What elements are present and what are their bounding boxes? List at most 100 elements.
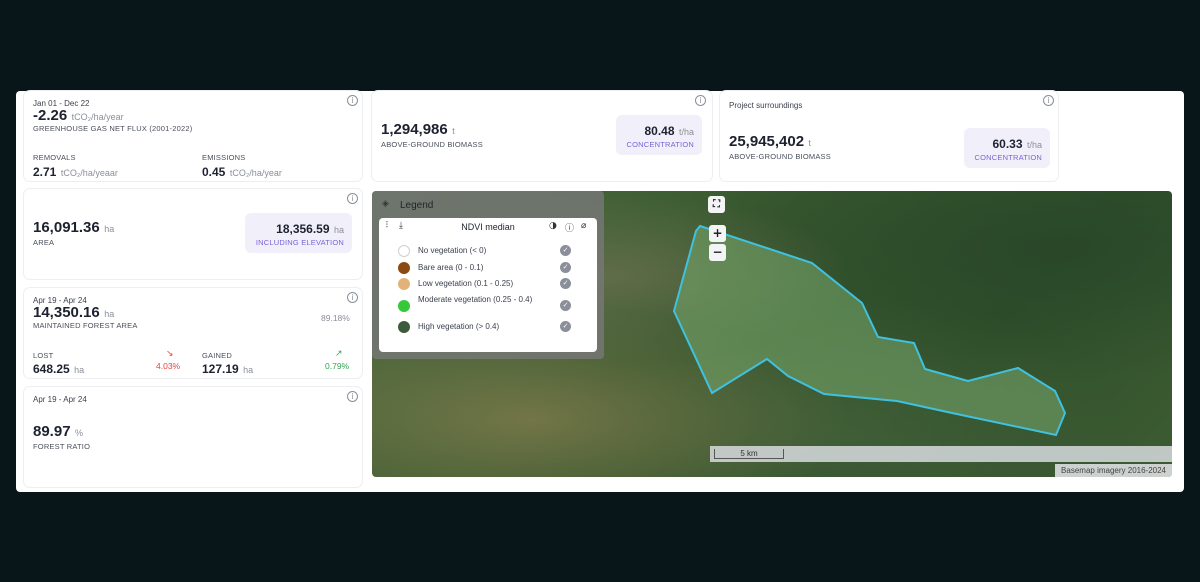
- zoom-in-button[interactable]: +: [709, 225, 726, 242]
- legend-panel: ◈ Legend ⠇ ⤓ NDVI median ◑ ⓘ ⌀ No vegeta…: [372, 191, 604, 359]
- flux-value: -2.26: [33, 107, 68, 124]
- check-icon[interactable]: ✓: [560, 300, 571, 311]
- low-vegetation-swatch: [398, 278, 410, 290]
- forest-area-card: i Apr 19 - Apr 24 14,350.16 ha MAINTAINE…: [24, 288, 362, 378]
- area-label: AREA: [33, 238, 55, 247]
- check-icon[interactable]: ✓: [560, 245, 571, 256]
- flux-value-row: -2.26 tCO₂/ha/year: [33, 107, 124, 125]
- no-vegetation-swatch: [398, 245, 410, 257]
- gained-pct: 0.79%: [325, 361, 350, 371]
- fullscreen-icon[interactable]: ⛶: [708, 196, 725, 213]
- info-icon[interactable]: i: [347, 95, 358, 106]
- layers-icon[interactable]: ◈: [382, 199, 389, 209]
- biomass-conc-value: 80.48: [644, 124, 675, 138]
- biomass-conc-label: CONCENTRATION: [626, 140, 694, 149]
- biomass-concentration-pill: 80.48 t/ha CONCENTRATION: [616, 115, 702, 155]
- area-value-row: 16,091.36 ha: [33, 219, 114, 237]
- elevation-pill: 18,356.59 ha INCLUDING ELEVATION: [245, 213, 352, 253]
- ghg-flux-card: i Jan 01 - Dec 22 -2.26 tCO₂/ha/year GRE…: [24, 91, 362, 181]
- area-unit: ha: [104, 224, 115, 234]
- info-icon[interactable]: i: [695, 95, 706, 106]
- lost-label: LOST: [33, 351, 54, 360]
- forest-label: MAINTAINED FOREST AREA: [33, 321, 138, 330]
- forest-unit: ha: [104, 309, 115, 319]
- forest-value-row: 14,350.16 ha: [33, 304, 114, 322]
- lost-value: 648.25: [33, 362, 70, 376]
- forest-pct: 89.18%: [321, 313, 350, 323]
- lost-pct: 4.03%: [156, 361, 181, 371]
- info-icon[interactable]: i: [1043, 95, 1054, 106]
- surroundings-card: i Project surroundings 25,945,402 t ABOV…: [720, 91, 1058, 181]
- ratio-date-range: Apr 19 - Apr 24: [33, 395, 87, 404]
- emissions-label: EMISSIONS: [202, 153, 246, 162]
- elevation-unit: ha: [333, 225, 344, 235]
- flux-label: GREENHOUSE GAS NET FLUX (2001-2022): [33, 124, 193, 133]
- check-icon[interactable]: ✓: [560, 321, 571, 332]
- legend-item-label: Low vegetation (0.1 - 0.25): [418, 279, 514, 288]
- check-icon[interactable]: ✓: [560, 278, 571, 289]
- surroundings-title: Project surroundings: [729, 101, 803, 110]
- removals-unit: tCO₂/ha/yeaar: [60, 168, 118, 178]
- surroundings-unit: t: [808, 138, 812, 148]
- gained-label: GAINED: [202, 351, 232, 360]
- surroundings-label: ABOVE-GROUND BIOMASS: [729, 152, 831, 161]
- biomass-conc-unit: t/ha: [678, 127, 694, 137]
- ratio-unit: %: [75, 428, 84, 438]
- biomass-value: 1,294,986: [381, 121, 448, 138]
- emissions-unit: tCO₂/ha/year: [229, 168, 282, 178]
- elevation-label: INCLUDING ELEVATION: [255, 238, 344, 247]
- surroundings-value-row: 25,945,402 t: [729, 133, 811, 151]
- legend-title: Legend: [400, 200, 434, 211]
- visibility-off-icon[interactable]: ⌀: [581, 221, 586, 231]
- area-card: i 16,091.36 ha AREA 18,356.59 ha INCLUDI…: [24, 189, 362, 279]
- map-attribution: Basemap imagery 2016-2024: [1055, 464, 1172, 477]
- emissions-value: 0.45: [202, 165, 226, 179]
- forest-value: 14,350.16: [33, 304, 100, 321]
- dashboard-panel: i Jan 01 - Dec 22 -2.26 tCO₂/ha/year GRE…: [16, 91, 1184, 492]
- ratio-value-row: 89.97 %: [33, 423, 83, 441]
- layer-header: ⠇ ⤓ NDVI median ◑ ⓘ ⌀: [379, 218, 597, 236]
- elevation-value: 18,356.59: [276, 222, 330, 236]
- gain-arrow-icon: ↗: [335, 349, 343, 359]
- removals-row: 2.71 tCO₂/ha/yeaar: [33, 163, 118, 181]
- area-value: 16,091.36: [33, 219, 100, 236]
- map-view[interactable]: ⛶ + − 5 km Basemap imagery 2016-2024 ◈ L…: [372, 191, 1172, 477]
- surroundings-concentration-pill: 60.33 t/ha CONCENTRATION: [964, 128, 1050, 168]
- ratio-value: 89.97: [33, 423, 71, 440]
- opacity-icon[interactable]: ◑: [549, 221, 557, 231]
- biomass-unit: t: [452, 126, 455, 136]
- ratio-label: FOREST RATIO: [33, 442, 91, 451]
- legend-item-label: High vegetation (> 0.4): [418, 322, 500, 331]
- moderate-vegetation-swatch: [398, 300, 410, 312]
- forest-ratio-card: i Apr 19 - Apr 24 89.97 % FOREST RATIO: [24, 387, 362, 487]
- info-icon[interactable]: i: [347, 193, 358, 204]
- loss-arrow-icon: ↘: [166, 349, 174, 359]
- info-icon[interactable]: i: [347, 292, 358, 303]
- biomass-label: ABOVE-GROUND BIOMASS: [381, 140, 483, 149]
- surroundings-conc-label: CONCENTRATION: [974, 153, 1042, 162]
- lost-row: 648.25 ha: [33, 360, 84, 378]
- project-area-shape[interactable]: [672, 224, 1067, 437]
- legend-item-label: No vegetation (< 0): [418, 246, 487, 255]
- legend-item-label: Moderate vegetation (0.25 - 0.4): [418, 295, 533, 304]
- high-vegetation-swatch: [398, 321, 410, 333]
- surroundings-conc-unit: t/ha: [1026, 140, 1042, 150]
- removals-value: 2.71: [33, 165, 57, 179]
- legend-item-label: Bare area (0 - 0.1): [418, 263, 484, 272]
- gained-row: 127.19 ha: [202, 360, 253, 378]
- bare-area-swatch: [398, 262, 410, 274]
- lost-unit: ha: [74, 365, 85, 375]
- check-icon[interactable]: ✓: [560, 262, 571, 273]
- gained-value: 127.19: [202, 362, 239, 376]
- zoom-out-button[interactable]: −: [709, 244, 726, 261]
- flux-unit: tCO₂/ha/year: [71, 112, 124, 122]
- scale-label: 5 km: [714, 449, 784, 459]
- emissions-row: 0.45 tCO₂/ha/year: [202, 163, 282, 181]
- biomass-value-row: 1,294,986 t: [381, 121, 455, 139]
- surroundings-conc-value: 60.33: [992, 137, 1023, 151]
- info-icon[interactable]: ⓘ: [565, 221, 574, 234]
- removals-label: REMOVALS: [33, 153, 76, 162]
- biomass-card: i 1,294,986 t ABOVE-GROUND BIOMASS 80.48…: [372, 91, 712, 181]
- info-icon[interactable]: i: [347, 391, 358, 402]
- scale-bar: 5 km: [710, 446, 1172, 462]
